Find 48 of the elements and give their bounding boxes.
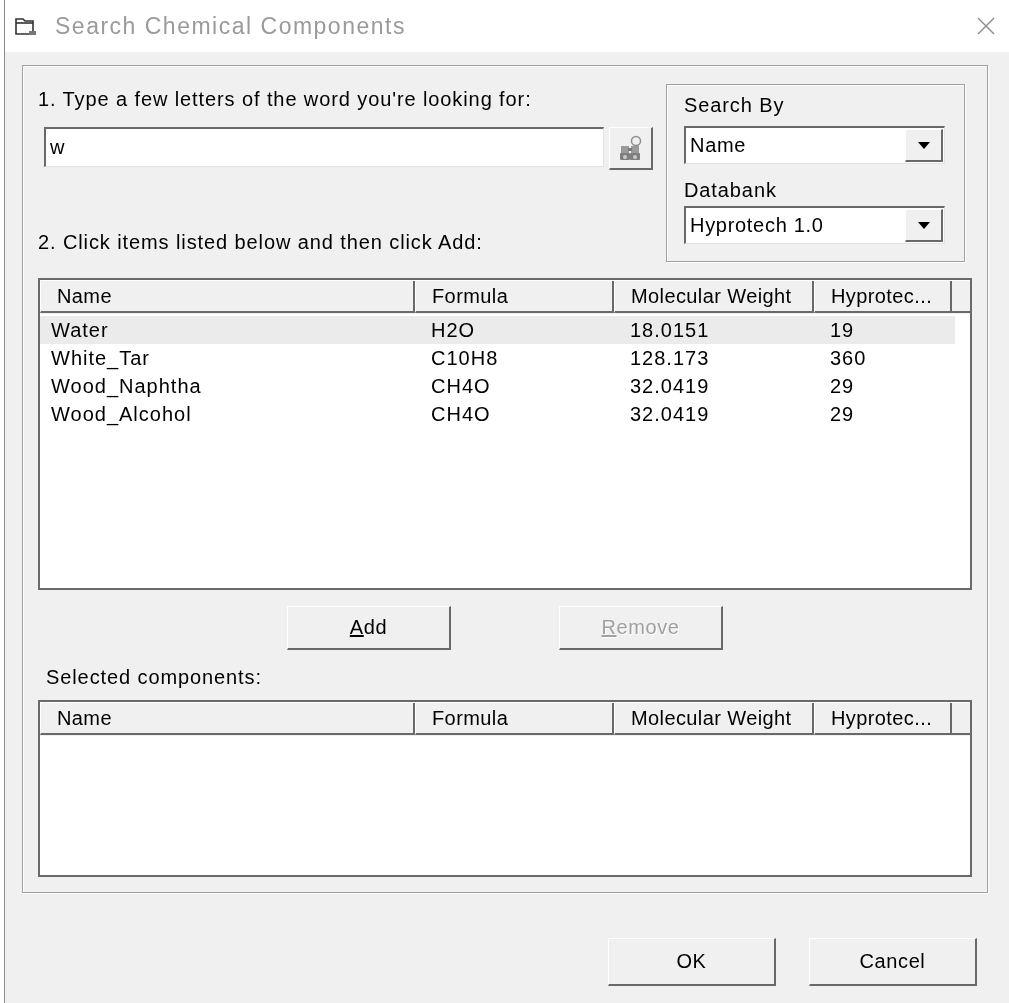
table-cell-text: Wood_Naphtha xyxy=(50,374,203,400)
caret-icon xyxy=(917,141,930,149)
caret-icon xyxy=(917,221,930,229)
group-title: Search By xyxy=(684,93,786,117)
list-row[interactable]: White_Tar C10H8 128.173 360 xyxy=(40,344,955,372)
table-cell-text: 18.0151 xyxy=(629,318,711,343)
search-button[interactable] xyxy=(609,127,653,170)
table-cell-text: 128.173 xyxy=(629,346,711,371)
add-button[interactable]: Add xyxy=(287,606,451,650)
table-cell-text: CH4O xyxy=(430,402,492,427)
column-header[interactable]: Formula xyxy=(415,281,614,313)
table-cell-text: CH4O xyxy=(430,374,492,399)
column-header[interactable]: Hyprotec... xyxy=(814,281,952,313)
dropdown-arrow-button[interactable] xyxy=(905,129,943,162)
dropdown-arrow-button[interactable] xyxy=(905,209,943,242)
column-header[interactable]: Name xyxy=(40,281,415,313)
list-row[interactable]: Water H2O 18.0151 19 xyxy=(40,316,955,344)
databank-dropdown[interactable]: Hyprotech 1.0 xyxy=(684,206,945,244)
list-row[interactable]: Wood_Alcohol CH4O 32.0419 29 xyxy=(40,400,955,428)
table-cell-text: White_Tar xyxy=(50,346,152,372)
search-field[interactable]: w xyxy=(44,127,604,167)
databank-label: Databank xyxy=(684,178,778,202)
window-icon xyxy=(15,16,37,36)
search-label: 1. Type a few letters of the word you're looking for: xyxy=(38,87,533,111)
table-cell-text: C10H8 xyxy=(430,346,500,371)
list-row[interactable]: Wood_Naphtha CH4O 32.0419 29 xyxy=(40,372,955,400)
column-header[interactable]: Formula xyxy=(415,703,614,735)
table-cell-text: 29 xyxy=(829,402,856,427)
table-cell-text: 19 xyxy=(829,318,856,343)
binoculars-icon xyxy=(618,135,643,161)
cancel-button[interactable]: Cancel xyxy=(809,938,977,986)
table-cell-text: 32.0419 xyxy=(629,402,711,427)
column-header[interactable]: Name xyxy=(40,703,415,735)
table-cell-text: Water xyxy=(50,318,110,343)
search-by-dropdown[interactable]: Name xyxy=(684,126,945,164)
column-header[interactable]: Molecular Weight xyxy=(614,281,814,313)
selected-components-label: Selected components: xyxy=(45,665,263,689)
table-cell-text: 29 xyxy=(829,374,856,399)
table-cell-text: H2O xyxy=(430,318,477,343)
table-cell-text: Wood_Alcohol xyxy=(50,402,193,428)
instructions-text: 2. Click items listed below and then click Add: xyxy=(38,230,484,254)
column-header[interactable]: Molecular Weight xyxy=(614,703,814,735)
table-cell-text: 360 xyxy=(829,346,868,371)
close-icon[interactable] xyxy=(977,17,995,35)
ok-button[interactable]: OK xyxy=(608,938,776,986)
table-cell-text: 32.0419 xyxy=(629,374,711,399)
window-title: Search Chemical Components xyxy=(55,12,407,40)
column-header[interactable]: Hyprotec... xyxy=(814,703,952,735)
